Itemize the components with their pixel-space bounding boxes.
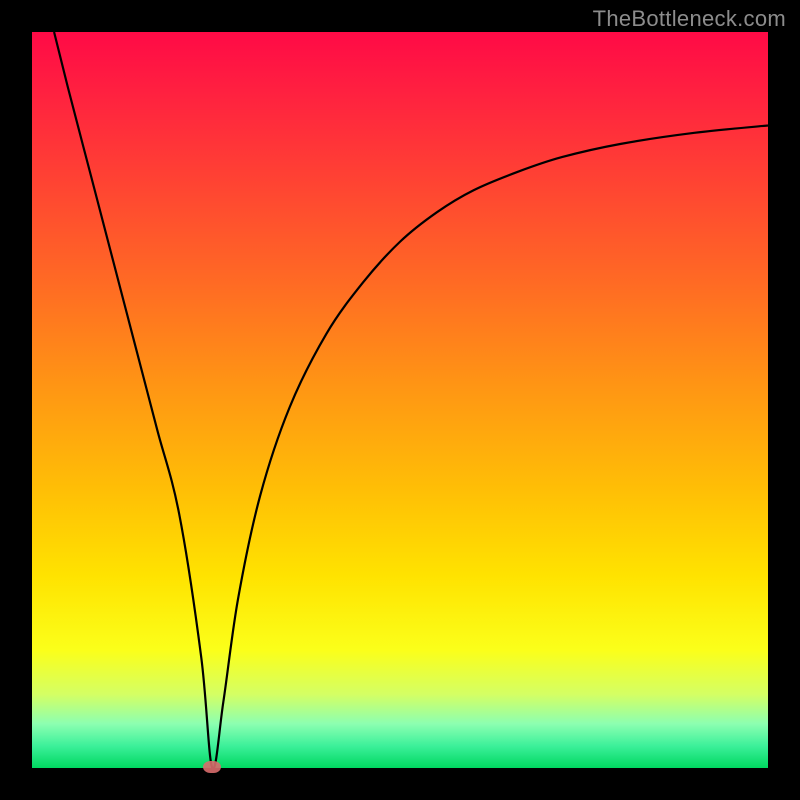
- curve-layer: [32, 32, 768, 768]
- curve-minimum-marker: [203, 761, 221, 773]
- chart-frame: TheBottleneck.com: [0, 0, 800, 800]
- plot-area: [32, 32, 768, 768]
- bottleneck-curve: [54, 32, 768, 768]
- watermark-text: TheBottleneck.com: [593, 6, 786, 32]
